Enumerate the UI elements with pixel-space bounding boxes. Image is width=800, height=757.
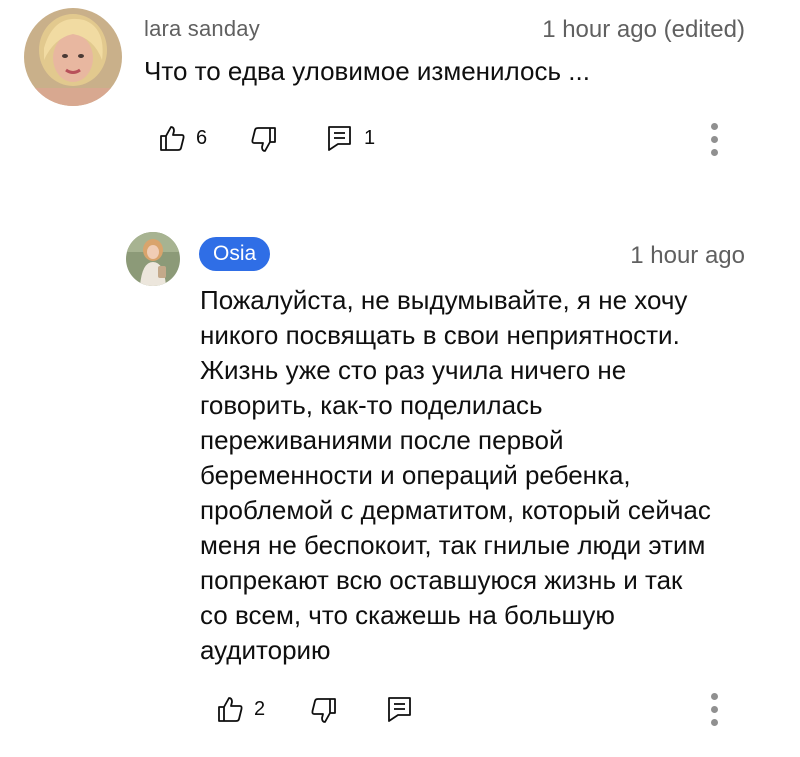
more-vert-icon-dot — [711, 706, 718, 713]
author-badge[interactable]: Osia — [199, 237, 271, 271]
comment-text-line: Что то едва уловимое изменилось ... — [144, 56, 590, 86]
comment-text-line: переживаниями после первой — [200, 425, 564, 455]
reply-comment-icon — [328, 126, 351, 151]
reply-count: 1 — [364, 126, 376, 149]
comment-text-line: говорить, как-то поделилась — [200, 390, 543, 420]
thumbs-down-icon — [311, 698, 336, 723]
reply-button[interactable]: 1 — [326, 124, 375, 152]
comment-text-line: со всем, что скажешь на большую — [200, 600, 615, 630]
reply-comment-icon — [388, 697, 411, 722]
more-vert-icon-dot — [711, 136, 718, 143]
comment-author[interactable]: lara sanday — [144, 16, 260, 42]
comment-text-line: Жизнь уже сто раз учила ничего не — [200, 355, 627, 385]
user-photo-icon — [24, 8, 122, 106]
like-button[interactable]: 2 — [216, 695, 265, 723]
more-vert-icon-dot — [711, 149, 718, 156]
like-button[interactable]: 6 — [158, 124, 207, 152]
comment-text-line: беременности и операций ребенка, — [200, 460, 631, 490]
comment-text: Пожалуйста, не выдумывайте, я не хочу ни… — [200, 283, 711, 668]
reply-button[interactable] — [386, 695, 414, 723]
comment-2: Osia 1 hour ago Пожалуйста, не выдумывай… — [0, 220, 800, 757]
comment-timestamp: 1 hour ago — [630, 242, 745, 269]
comment-text-line: никого посвящать в свои неприятности. — [200, 320, 680, 350]
dislike-button[interactable] — [250, 126, 278, 154]
avatar[interactable] — [24, 8, 122, 106]
like-count: 6 — [196, 126, 208, 149]
comment-text-line: Пожалуйста, не выдумывайте, я не хочу — [200, 285, 688, 315]
more-options-button[interactable] — [700, 120, 730, 160]
comment-1: lara sanday 1 hour ago (edited) Что то е… — [0, 0, 800, 190]
more-vert-icon — [711, 123, 718, 130]
thumbs-down-icon — [251, 127, 276, 152]
comment-text-line: проблемой с дерматитом, который сейчас — [200, 495, 711, 525]
thumbs-up-icon — [160, 126, 185, 151]
dislike-button[interactable] — [310, 697, 338, 725]
user-photo-icon — [126, 232, 180, 286]
comment-text-line: аудиторию — [200, 635, 331, 665]
comment-text-line: меня не беспокоит, так гнилые люди этим — [200, 530, 706, 560]
thumbs-up-icon — [218, 697, 243, 722]
more-vert-icon — [711, 693, 718, 700]
more-vert-icon-dot — [711, 719, 718, 726]
avatar[interactable] — [126, 232, 180, 286]
comment-timestamp: 1 hour ago (edited) — [542, 16, 745, 43]
like-count: 2 — [254, 697, 266, 720]
comment-text-line: попрекают всю оставшуюся жизнь и так — [200, 565, 683, 595]
more-options-button[interactable] — [700, 690, 730, 730]
comment-text: Что то едва уловимое изменилось ... — [144, 54, 590, 89]
